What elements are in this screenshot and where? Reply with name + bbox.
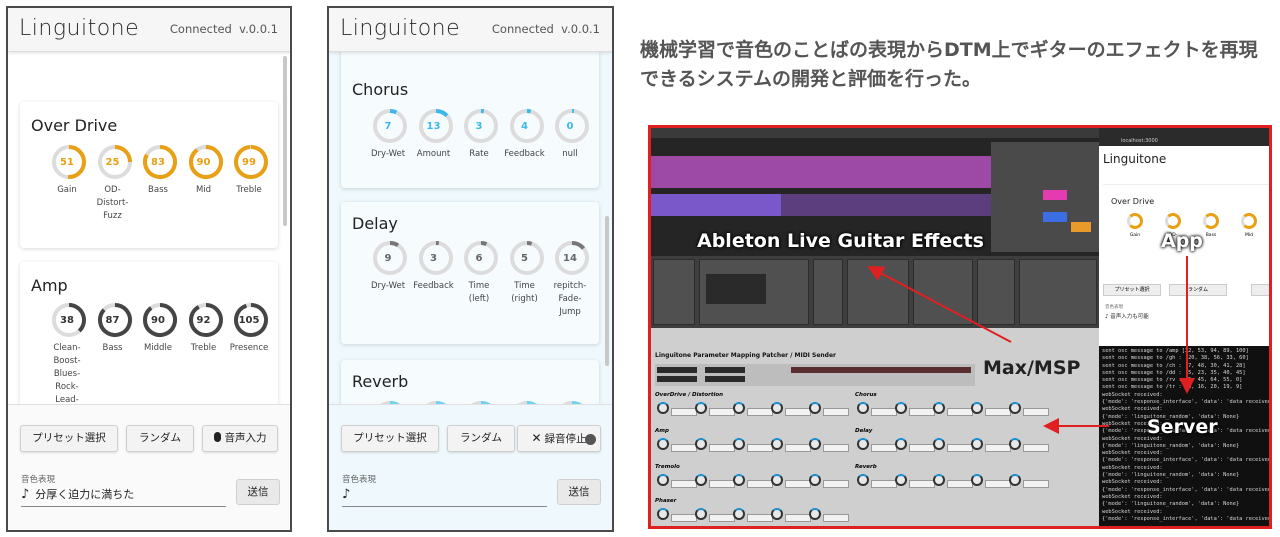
knob[interactable]: 3 Feedback bbox=[413, 240, 456, 291]
scrollbar[interactable] bbox=[283, 56, 287, 226]
random-button[interactable]: ランダム bbox=[447, 425, 515, 452]
knob-value: 90 bbox=[196, 157, 211, 168]
knob-level-arc bbox=[435, 109, 448, 118]
voice-input-button[interactable]: 音声入力 bbox=[202, 425, 278, 452]
knob-value: 7 bbox=[384, 121, 392, 132]
stop-recording-button[interactable]: ✕ 録音停止 bbox=[517, 425, 601, 452]
field-label: 音色表現 bbox=[21, 475, 56, 485]
random-button[interactable]: ランダム bbox=[126, 425, 194, 452]
knob[interactable]: 7 Dry-Wet bbox=[370, 108, 410, 159]
knob-level-arc bbox=[389, 241, 400, 248]
knob[interactable]: 14 repitch- Fade- Jump bbox=[552, 240, 592, 317]
brand-title: Linguitone bbox=[19, 16, 140, 41]
connection-status: Connected v.0.0.1 bbox=[170, 22, 278, 36]
preset-select-button[interactable]: プリセット選択 bbox=[341, 425, 439, 452]
field-label: 音色表現 bbox=[342, 475, 377, 485]
knob-value: 0 bbox=[566, 121, 574, 132]
knob-value: 51 bbox=[60, 157, 74, 168]
connection-status: Connected v.0.0.1 bbox=[492, 22, 600, 36]
control-panel: プリセット選択 ランダム 音声入力 音色表現 ♪ 分厚く迫力に満ちた 送信 bbox=[8, 404, 290, 530]
knob[interactable]: 90 Middle bbox=[140, 302, 180, 353]
knob-value: 5 bbox=[521, 253, 528, 264]
knob[interactable]: 9 Dry-Wet bbox=[370, 240, 410, 291]
music-note-icon: ♪ bbox=[21, 487, 30, 502]
knob-value: 92 bbox=[196, 315, 211, 326]
system-composite-screenshot: Linguitone Parameter Mapping Patcher / M… bbox=[648, 125, 1272, 529]
card-title: Amp bbox=[31, 276, 68, 295]
knob[interactable]: 6 Time (left) bbox=[461, 240, 501, 304]
knob[interactable]: 5 Time (right) bbox=[507, 240, 547, 304]
music-note-icon: ♪ bbox=[342, 487, 351, 502]
recording-indicator-icon bbox=[585, 434, 596, 445]
version-text: v.0.0.1 bbox=[561, 22, 600, 36]
knob-value: 9 bbox=[384, 253, 392, 264]
knob[interactable]: 38 Clean- Boost- Blues- Rock- Lead- bbox=[49, 302, 89, 405]
knob-value: 14 bbox=[563, 253, 577, 264]
knob-value: 105 bbox=[238, 315, 260, 326]
knob-label: null bbox=[562, 149, 578, 159]
knob[interactable]: 105 Presence bbox=[230, 302, 271, 353]
knob-level-arc bbox=[480, 241, 488, 246]
card-title: Reverb bbox=[352, 372, 409, 391]
status-text: Connected bbox=[169, 22, 232, 36]
send-button[interactable]: 送信 bbox=[557, 479, 601, 505]
version-text: v.0.0.1 bbox=[239, 22, 278, 36]
knob-value: 13 bbox=[426, 121, 441, 132]
card-delay: Delay 9 Dry-Wet 3 Feedback 6 Time (left) 5 Time… bbox=[341, 202, 599, 344]
knob[interactable]: 3 Rate bbox=[461, 108, 501, 159]
knob-value: 38 bbox=[60, 315, 74, 326]
preset-select-button[interactable]: プリセット選択 bbox=[20, 425, 118, 452]
knob-level-arc bbox=[389, 109, 398, 115]
app-bar: Linguitone Connected v.0.0.1 bbox=[8, 8, 290, 52]
flow-arrows bbox=[867, 256, 1195, 434]
card-title: Over Drive bbox=[31, 116, 118, 135]
knob[interactable]: 87 Bass bbox=[95, 302, 135, 353]
app-bar: Linguitone Connected v.0.0.1 bbox=[329, 8, 612, 52]
knob[interactable]: 13 Amount bbox=[416, 108, 456, 159]
control-panel: プリセット選択 ランダム ✕ 録音停止 音色表現 ♪ 送信 bbox=[329, 404, 612, 530]
knob-value: 6 bbox=[475, 253, 483, 264]
knob-value: 4 bbox=[521, 121, 528, 132]
stop-recording-label: 録音停止 bbox=[544, 433, 587, 445]
timbre-expression-input[interactable]: ♪ bbox=[342, 485, 547, 507]
knob-level-arc bbox=[571, 241, 586, 250]
card-title: Delay bbox=[352, 214, 398, 233]
knob-level-arc bbox=[526, 241, 532, 246]
knob-value: 3 bbox=[430, 253, 437, 264]
brand-title: Linguitone bbox=[340, 16, 461, 41]
knob-value: 90 bbox=[151, 315, 165, 326]
knob-value: 83 bbox=[151, 157, 165, 168]
knob[interactable]: 51 Gain bbox=[49, 144, 89, 195]
knob-label: Presence bbox=[229, 343, 269, 353]
card-chorus: Chorus 7 Dry-Wet 13 Amount 3 Rate 4 Feedback 0 nu… bbox=[341, 36, 599, 188]
card-over-drive: Over Drive 51 Gain 25 OD- Distort- Fuzz 83 Ba… bbox=[20, 102, 278, 248]
phone-screenshot-left: Linguitone Connected v.0.0.1 Over Drive … bbox=[6, 6, 292, 532]
arrow-max-to-ableton bbox=[867, 266, 1012, 343]
knob[interactable]: 4 Feedback bbox=[504, 108, 547, 159]
status-text: Connected bbox=[491, 22, 554, 36]
knob-value: 25 bbox=[105, 157, 120, 168]
knob[interactable]: 83 Bass bbox=[140, 144, 180, 195]
knob[interactable]: 0 null bbox=[552, 108, 592, 159]
knob-value: 99 bbox=[242, 157, 256, 168]
send-button[interactable]: 送信 bbox=[236, 479, 280, 505]
phone-screenshot-right: Linguitone Connected v.0.0.1 Chorus 7 Dry… bbox=[327, 6, 614, 532]
knob[interactable]: 25 OD- Distort- Fuzz bbox=[95, 144, 135, 221]
description-heading: 機械学習で音色のことばの表現からDTM上でギターのエフェクトを再現できるシステム… bbox=[640, 39, 1258, 90]
microphone-icon bbox=[213, 432, 221, 442]
field-value: 分厚く迫力に満ちた bbox=[35, 488, 135, 501]
voice-input-label: 音声入力 bbox=[224, 432, 267, 444]
scrollbar[interactable] bbox=[605, 216, 609, 366]
knob[interactable]: 99 Treble bbox=[231, 144, 271, 195]
knob-value: 3 bbox=[475, 121, 483, 132]
knob-label: Treble bbox=[236, 185, 262, 195]
knob[interactable]: 92 Treble bbox=[186, 302, 226, 353]
knob-label: repitch- Fade- Jump bbox=[553, 281, 587, 317]
timbre-expression-input[interactable]: ♪ 分厚く迫力に満ちた bbox=[21, 485, 226, 507]
close-icon: ✕ bbox=[531, 431, 542, 445]
card-title: Chorus bbox=[352, 80, 409, 99]
knob-value: 87 bbox=[105, 315, 120, 326]
knob[interactable]: 90 Mid bbox=[186, 144, 226, 195]
